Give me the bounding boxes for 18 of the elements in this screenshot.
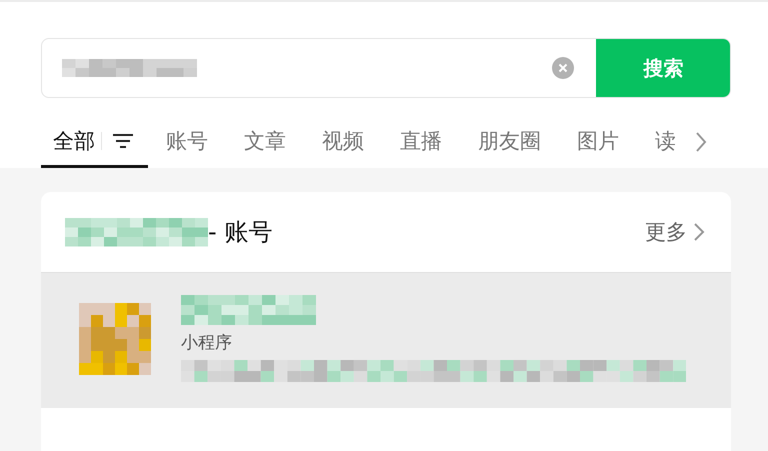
chevron-right-icon[interactable] <box>694 130 708 154</box>
tab[interactable]: 直播 <box>382 116 460 168</box>
chevron-right-icon[interactable] <box>693 221 705 243</box>
search-button[interactable]: 搜索 <box>596 39 730 97</box>
tab[interactable]: 文章 <box>226 116 304 168</box>
tab[interactable]: 全部 <box>41 116 148 168</box>
account-type: 小程序 <box>181 332 233 354</box>
more-link[interactable]: 更多 <box>645 218 687 246</box>
search-field[interactable]: 搜索 <box>41 38 731 98</box>
tab[interactable]: 账号 <box>148 116 226 168</box>
filter-icon[interactable] <box>112 132 134 148</box>
result-row[interactable]: 小程序 <box>41 273 731 408</box>
tab[interactable]: 读 <box>637 116 694 168</box>
clear-icon[interactable] <box>552 57 574 79</box>
tab[interactable]: 视频 <box>304 116 382 168</box>
tab[interactable]: 图片 <box>559 116 637 168</box>
section-title: - 账号 <box>208 217 272 248</box>
tab[interactable]: 朋友圈 <box>460 116 559 168</box>
